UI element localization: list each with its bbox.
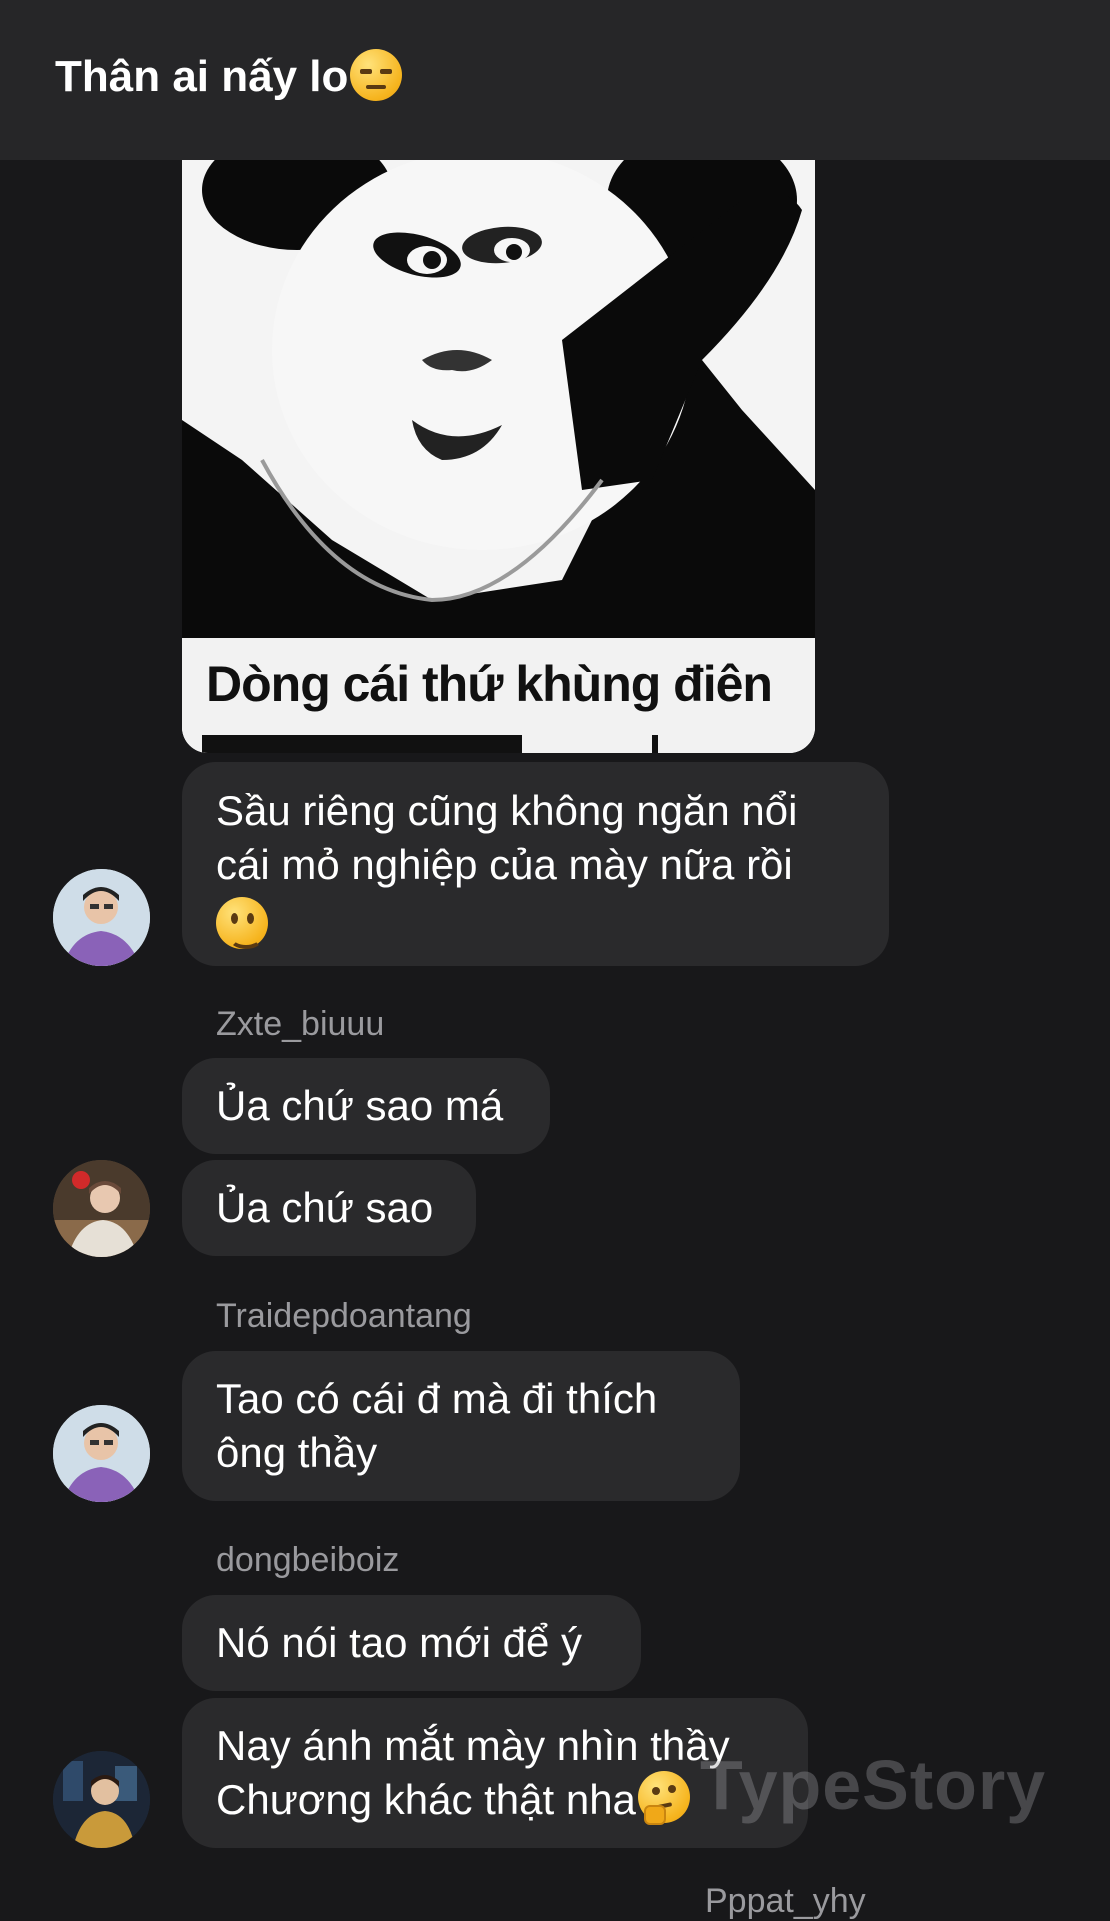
message-text: Sầu riêng cũng không ngăn nổi cái mỏ ngh…: [216, 787, 798, 888]
unamused-face-icon: [350, 49, 403, 102]
sender-name[interactable]: dongbeiboiz: [216, 1541, 399, 1580]
sender-name[interactable]: Pppat_yhy: [705, 1882, 866, 1921]
avatar-photo: [53, 869, 150, 966]
message-text: Ủa chứ sao má: [216, 1082, 504, 1129]
chat-title[interactable]: Thân ai nấy lo: [55, 49, 403, 105]
avatar-photo: [53, 1405, 150, 1502]
message-bubble[interactable]: Sầu riêng cũng không ngăn nổi cái mỏ ngh…: [182, 762, 889, 966]
watermark: TypeStory: [700, 1746, 1047, 1824]
message-text: Nay ánh mắt mày nhìn thầy Chương khác th…: [216, 1719, 774, 1829]
avatar[interactable]: [53, 869, 150, 966]
avatar[interactable]: [53, 1160, 150, 1257]
slightly-smiling-face-icon: [216, 896, 268, 949]
message-text: Tao có cái đ mà đi thích ông thầy: [216, 1375, 658, 1476]
message-bubble[interactable]: Tao có cái đ mà đi thích ông thầy: [182, 1351, 740, 1501]
message-bubble[interactable]: Ủa chứ sao: [182, 1160, 476, 1256]
chat-title-text: Thân ai nấy lo: [55, 52, 349, 101]
avatar[interactable]: [53, 1751, 150, 1848]
sender-name[interactable]: Zxte_biuuu: [216, 1005, 384, 1044]
avatar[interactable]: [53, 1405, 150, 1502]
avatar-photo: [53, 1160, 150, 1257]
avatar-photo: [53, 1751, 150, 1848]
sticker-caption: Dòng cái thứ khùng điên: [206, 656, 773, 712]
message-text: Nó nói tao mới để ý: [216, 1619, 583, 1666]
chat-header: Thân ai nấy lo: [0, 0, 1110, 160]
thinking-face-icon: [637, 1770, 690, 1825]
message-bubble[interactable]: Ủa chứ sao má: [182, 1058, 550, 1154]
sender-name[interactable]: Traidepdoantang: [216, 1297, 472, 1336]
message-bubble[interactable]: Nó nói tao mới để ý: [182, 1595, 641, 1691]
sticker-image[interactable]: Dòng cái thứ khùng điên: [182, 160, 815, 753]
message-text: Ủa chứ sao: [216, 1184, 434, 1231]
